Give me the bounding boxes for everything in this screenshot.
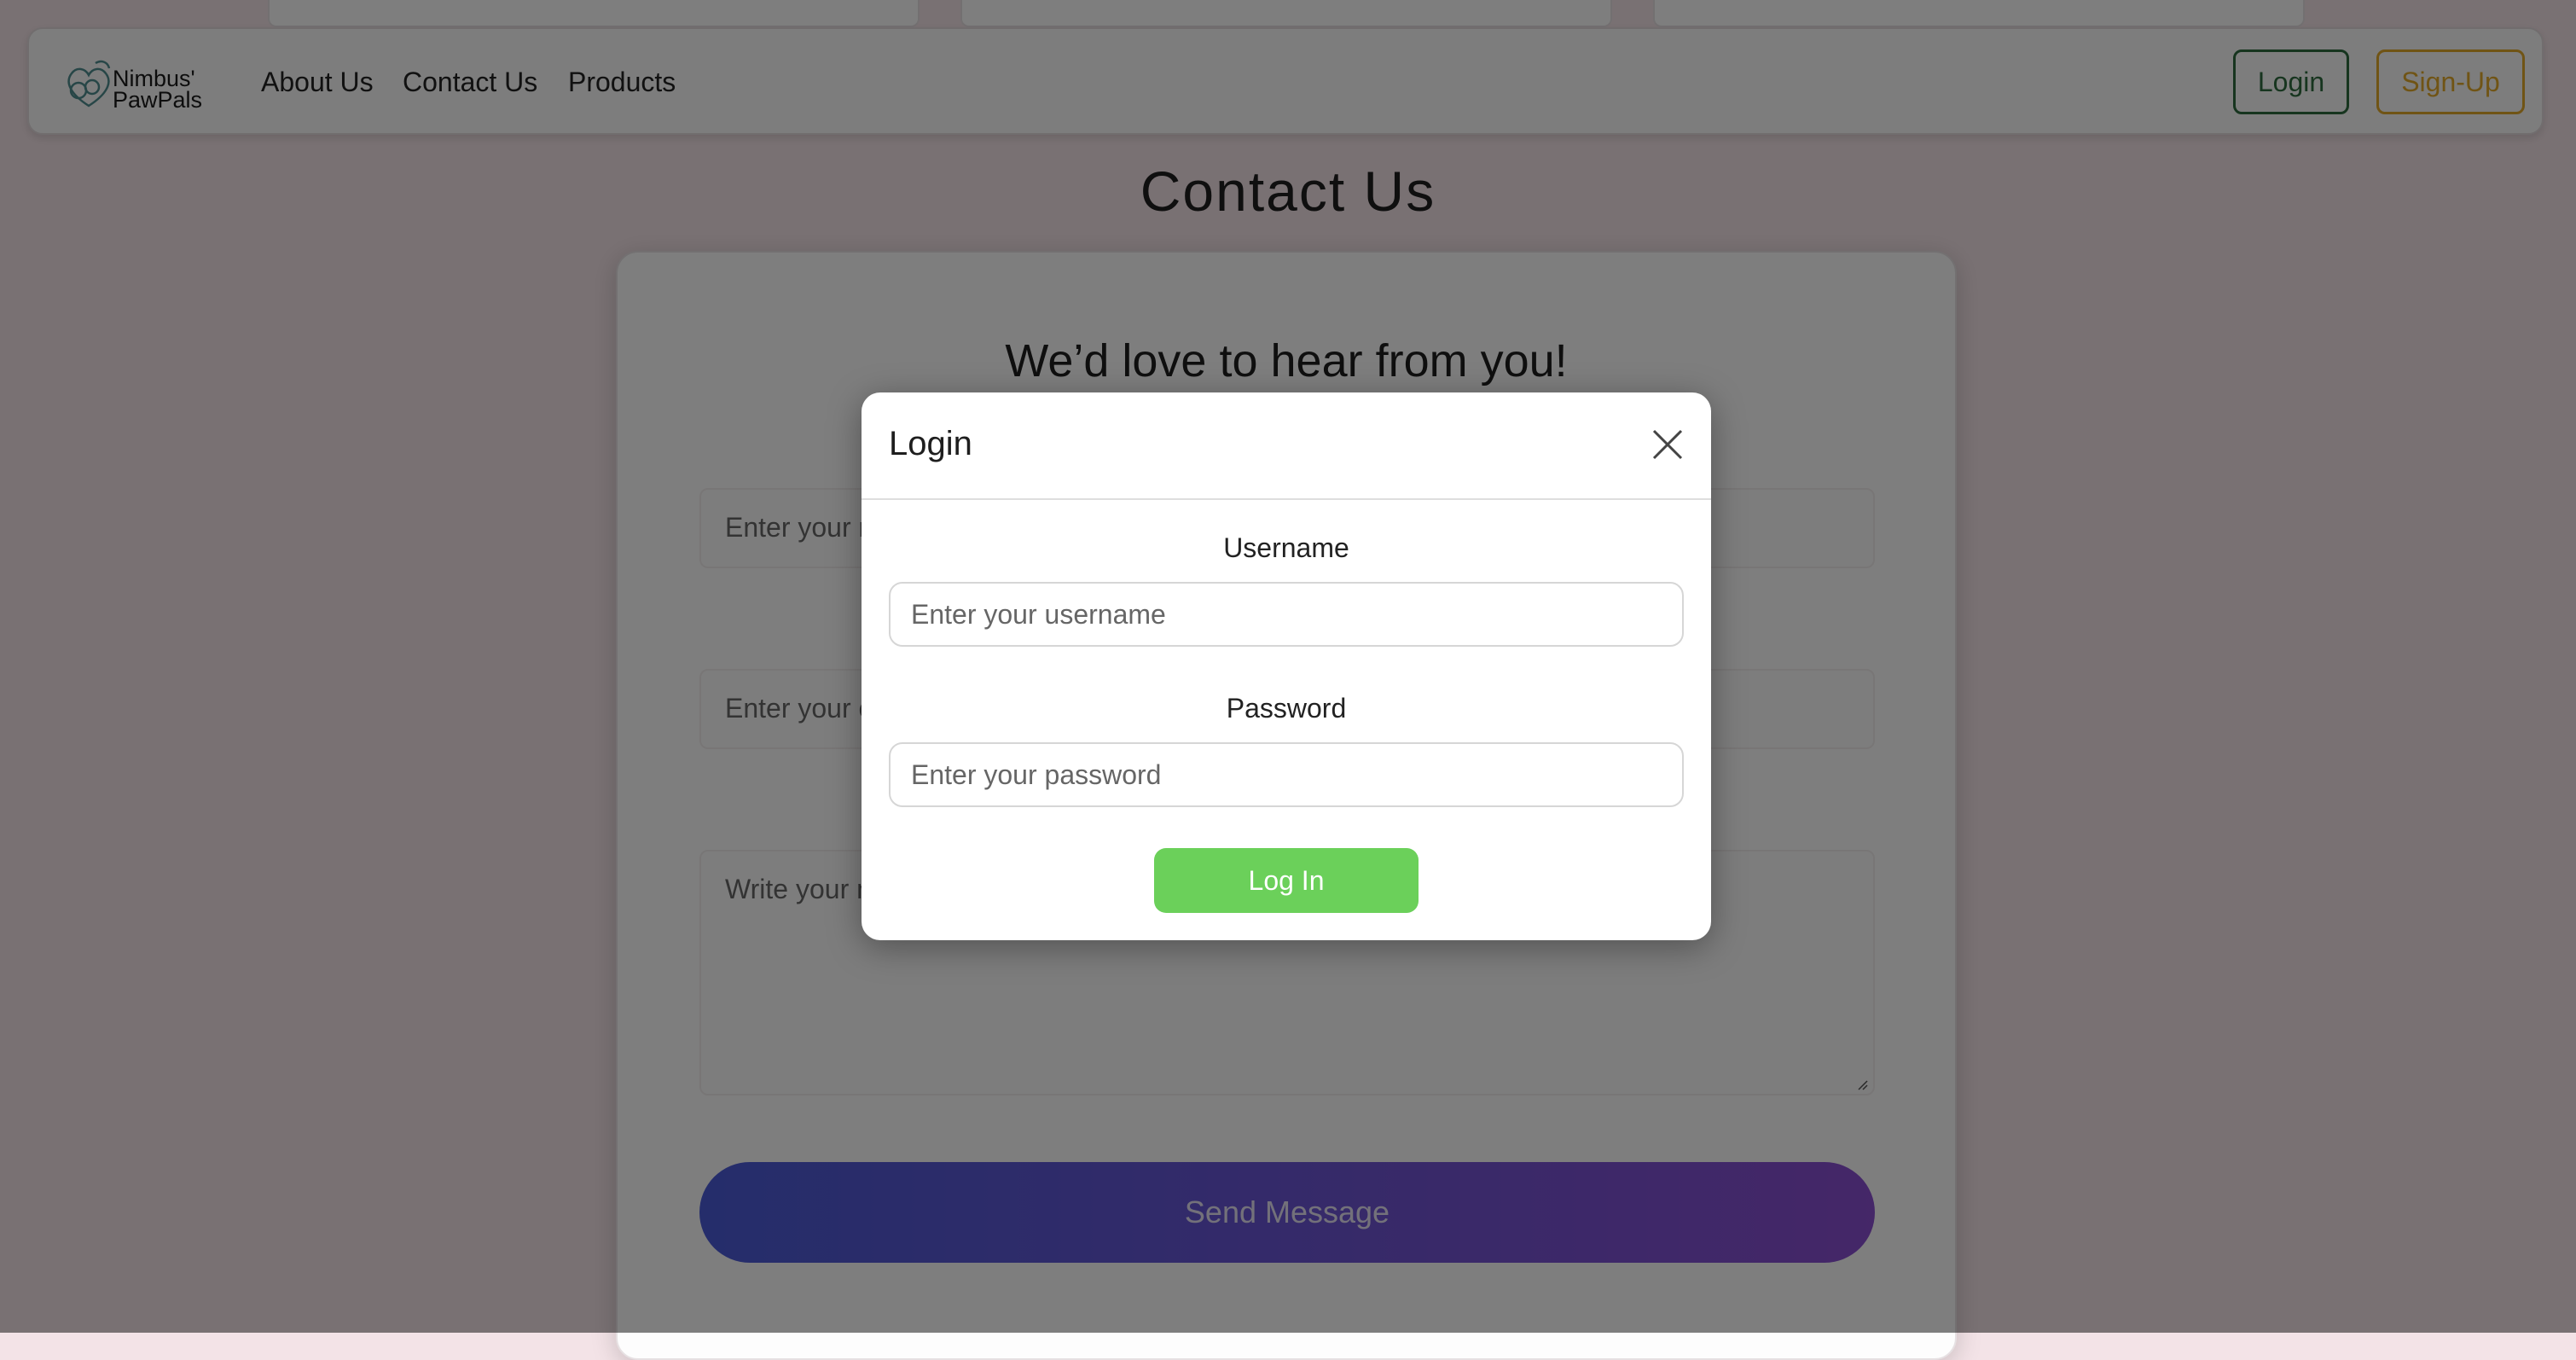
- close-button[interactable]: [1646, 423, 1689, 466]
- login-modal: Login Username Password Log In: [862, 392, 1711, 940]
- modal-title: Login: [889, 425, 972, 462]
- password-input[interactable]: [889, 742, 1684, 807]
- close-icon: [1652, 429, 1683, 460]
- username-label: Username: [1223, 532, 1349, 563]
- password-label: Password: [1226, 693, 1347, 724]
- username-input[interactable]: [889, 582, 1684, 647]
- log-in-button[interactable]: Log In: [1154, 848, 1419, 913]
- modal-header: Login: [862, 392, 1711, 500]
